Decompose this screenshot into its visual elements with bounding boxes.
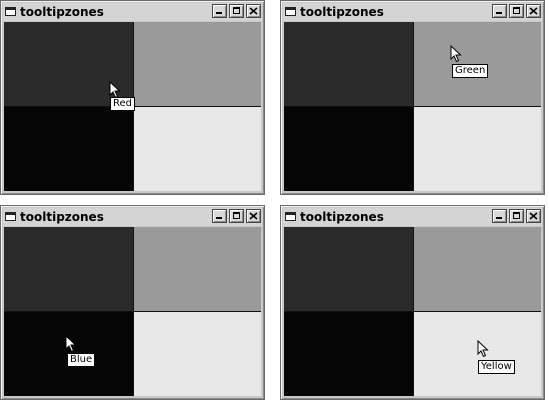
zone-blue[interactable] xyxy=(284,312,413,396)
app-window-2: tooltipzones Green xyxy=(280,0,545,195)
maximize-button[interactable] xyxy=(229,4,244,18)
minimize-button[interactable] xyxy=(212,4,227,18)
close-icon xyxy=(529,7,538,15)
app-window-4: tooltipzones Yellow xyxy=(280,205,545,400)
window-title: tooltipzones xyxy=(300,210,384,224)
window-title: tooltipzones xyxy=(20,5,104,19)
zone-red[interactable] xyxy=(284,227,413,311)
close-icon xyxy=(249,212,258,220)
close-button[interactable] xyxy=(246,209,261,223)
zone-yellow[interactable] xyxy=(134,107,261,191)
zone-green[interactable] xyxy=(414,227,541,311)
close-button[interactable] xyxy=(526,209,541,223)
zone-blue[interactable] xyxy=(284,107,413,191)
zone-yellow[interactable] xyxy=(414,107,541,191)
client-area: Green xyxy=(284,22,541,191)
minimize-button[interactable] xyxy=(212,209,227,223)
window-title: tooltipzones xyxy=(300,5,384,19)
close-button[interactable] xyxy=(246,4,261,18)
maximize-button[interactable] xyxy=(229,209,244,223)
app-window-1: tooltipzones Red xyxy=(0,0,265,195)
client-area: Red xyxy=(4,22,261,191)
app-window-icon[interactable] xyxy=(5,7,16,16)
mouse-pointer-icon xyxy=(477,340,489,358)
maximize-button[interactable] xyxy=(509,4,524,18)
close-icon xyxy=(529,212,538,220)
window-title: tooltipzones xyxy=(20,210,104,224)
minimize-button[interactable] xyxy=(492,209,507,223)
zone-yellow[interactable] xyxy=(134,312,261,396)
zone-blue[interactable] xyxy=(4,107,133,191)
zone-green[interactable] xyxy=(134,227,261,311)
client-area: Yellow xyxy=(284,227,541,396)
app-window-icon[interactable] xyxy=(285,212,296,221)
mouse-pointer-icon xyxy=(65,335,77,353)
close-icon xyxy=(249,7,258,15)
zone-red[interactable] xyxy=(4,227,133,311)
tooltip: Blue xyxy=(67,353,96,367)
title-bar[interactable]: tooltipzones xyxy=(283,208,542,226)
minimize-button[interactable] xyxy=(492,4,507,18)
zone-green[interactable] xyxy=(134,22,261,106)
title-bar[interactable]: tooltipzones xyxy=(3,3,262,21)
close-button[interactable] xyxy=(526,4,541,18)
client-area: Blue xyxy=(4,227,261,396)
title-bar[interactable]: tooltipzones xyxy=(3,208,262,226)
app-window-icon[interactable] xyxy=(5,212,16,221)
tooltip: Green xyxy=(452,64,489,78)
app-window-icon[interactable] xyxy=(285,7,296,16)
app-window-3: tooltipzones Blue xyxy=(0,205,265,400)
title-bar[interactable]: tooltipzones xyxy=(283,3,542,21)
tooltip: Yellow xyxy=(478,360,515,374)
zone-red[interactable] xyxy=(284,22,413,106)
tooltip: Red xyxy=(110,97,135,111)
maximize-button[interactable] xyxy=(509,209,524,223)
mouse-pointer-icon xyxy=(450,45,462,63)
